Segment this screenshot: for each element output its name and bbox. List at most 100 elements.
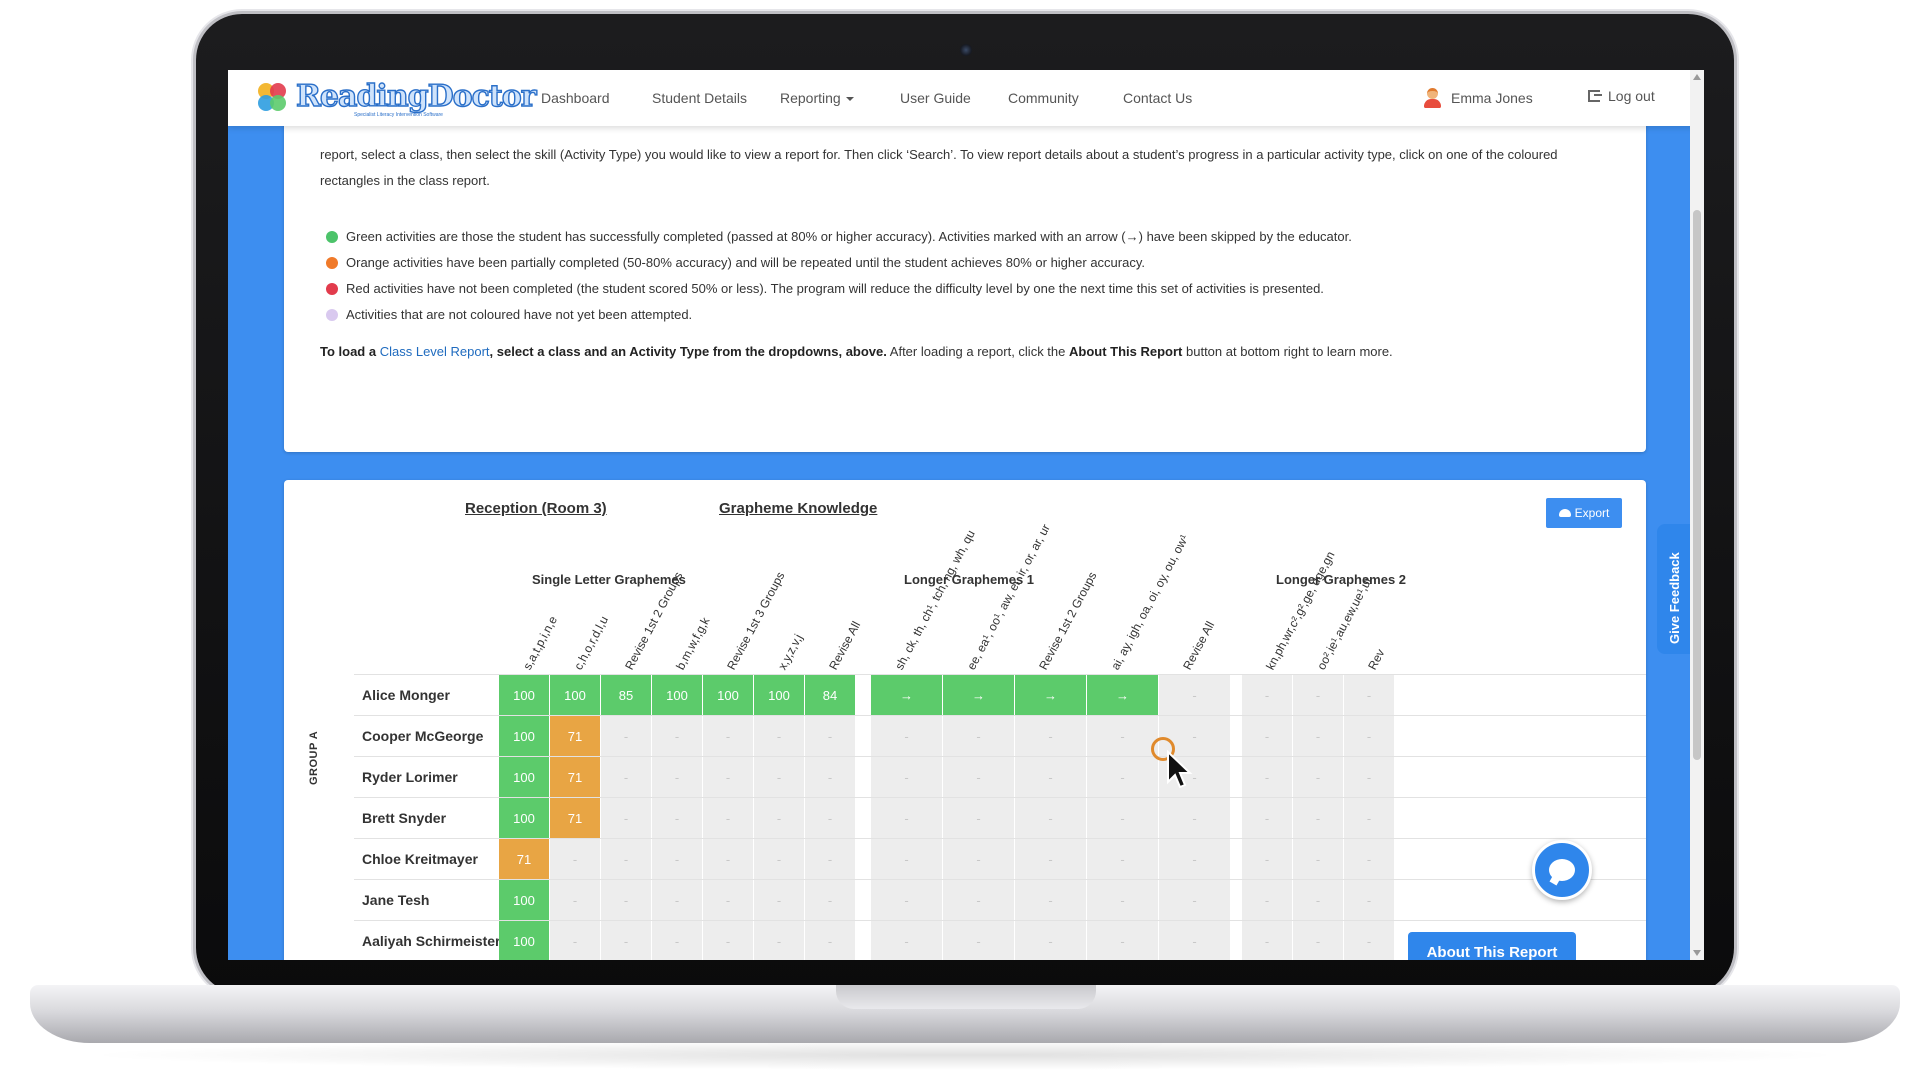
score-cell: -	[601, 880, 652, 920]
score-cell[interactable]: 100	[652, 675, 703, 715]
score-cell[interactable]: 71	[550, 716, 601, 756]
score-cell[interactable]: 100	[499, 880, 550, 920]
scroll-up-arrow-icon[interactable]	[1693, 74, 1701, 80]
mouse-pointer-icon	[1167, 750, 1193, 789]
load-suffix: button at bottom right to learn more.	[1182, 344, 1393, 359]
nav-student-details[interactable]: Student Details	[652, 90, 747, 106]
score-cell[interactable]: 71	[499, 839, 550, 879]
score-cell: -	[601, 716, 652, 756]
student-name[interactable]: Cooper McGeorge	[362, 728, 483, 744]
score-cell: -	[1344, 716, 1395, 756]
student-name[interactable]: Jane Tesh	[362, 892, 429, 908]
score-cell[interactable]: 85	[601, 675, 652, 715]
score-cell: -	[1159, 839, 1231, 879]
top-navbar: ReadingDoctor Specialist Literacy Interv…	[228, 70, 1704, 126]
score-cell: -	[805, 921, 856, 960]
avatar	[1423, 88, 1441, 108]
scroll-down-arrow-icon[interactable]	[1693, 950, 1701, 956]
student-name[interactable]: Brett Snyder	[362, 810, 446, 826]
scrollbar-thumb[interactable]	[1693, 210, 1701, 760]
score-cell[interactable]: 100	[754, 675, 805, 715]
app-logo[interactable]: ReadingDoctor Specialist Literacy Interv…	[258, 78, 537, 118]
chat-button[interactable]	[1532, 840, 1592, 900]
score-cell[interactable]: →	[1015, 675, 1087, 715]
score-cell: -	[550, 880, 601, 920]
instructions-card: report, select a class, then select the …	[284, 90, 1646, 452]
nav-user-guide[interactable]: User Guide	[900, 90, 971, 106]
load-about: About This Report	[1069, 344, 1183, 359]
score-cell: -	[550, 921, 601, 960]
class-level-report-link[interactable]: Class Level Report	[380, 344, 490, 359]
nav-dashboard[interactable]: Dashboard	[541, 90, 610, 106]
column-header: Revise 1st 3 Groups	[724, 569, 788, 673]
score-cell[interactable]: →	[1087, 675, 1159, 715]
score-cell: -	[652, 839, 703, 879]
score-cell: -	[1242, 716, 1293, 756]
score-cell: -	[1015, 798, 1087, 838]
chat-bubble-icon	[1549, 859, 1575, 881]
score-cell[interactable]: 100	[499, 716, 550, 756]
score-cell: -	[1087, 798, 1159, 838]
score-cell[interactable]: 100	[703, 675, 754, 715]
page-scrollbar[interactable]	[1690, 70, 1704, 960]
nav-contact-us[interactable]: Contact Us	[1123, 90, 1192, 106]
logo-text: ReadingDoctor	[295, 78, 537, 114]
group-heading-longer-2: Longer Graphemes 2	[1276, 572, 1407, 587]
instructions-text: report, select a class, then select the …	[320, 147, 1558, 188]
score-cell: -	[1344, 757, 1395, 797]
nav-reporting[interactable]: Reporting	[780, 90, 854, 106]
score-cell: -	[601, 757, 652, 797]
score-cell[interactable]: 100	[550, 675, 601, 715]
score-cell: -	[943, 921, 1015, 960]
user-menu[interactable]: Emma Jones	[1423, 88, 1533, 108]
score-cell[interactable]: 100	[499, 798, 550, 838]
score-cell: -	[703, 798, 754, 838]
export-button[interactable]: Export	[1546, 498, 1622, 528]
laptop-shadow	[80, 1040, 1850, 1070]
score-cell: -	[754, 880, 805, 920]
group-heading-single-letter: Single Letter Graphemes	[532, 572, 686, 587]
nav-community[interactable]: Community	[1008, 90, 1079, 106]
student-name[interactable]: Alice Monger	[362, 687, 450, 703]
score-cell: -	[1242, 921, 1293, 960]
score-cell: -	[871, 839, 943, 879]
score-cell[interactable]: 100	[499, 675, 550, 715]
score-cell[interactable]: 84	[805, 675, 856, 715]
score-cell[interactable]: 71	[550, 757, 601, 797]
score-cell: -	[754, 921, 805, 960]
laptop-hinge	[836, 985, 1096, 1009]
score-cell: -	[1015, 757, 1087, 797]
column-header: x,y,z,v,j	[775, 631, 806, 673]
student-name[interactable]: Ryder Lorimer	[362, 769, 458, 785]
column-header: Revise All	[1180, 619, 1218, 673]
score-cell[interactable]: →	[943, 675, 1015, 715]
score-cell[interactable]: 71	[550, 798, 601, 838]
column-header: s,a,t,p,i,n,e	[520, 613, 561, 673]
score-cell[interactable]: 100	[499, 921, 550, 960]
legend-text: Green activities are those the student h…	[346, 229, 1352, 244]
load-mid: , select a class and an Activity Type fr…	[489, 344, 887, 359]
give-feedback-tab[interactable]: Give Feedback	[1657, 524, 1693, 654]
logout-link[interactable]: Log out	[1588, 88, 1655, 104]
about-this-report-button[interactable]: About This Report	[1408, 932, 1576, 960]
camera-icon	[960, 44, 972, 56]
group-a-label: GROUP A	[308, 730, 320, 785]
table-row: Jane Tesh 100- - - - - - - - - - - - - -	[354, 879, 1646, 920]
nav-reporting-label: Reporting	[780, 90, 841, 106]
student-name[interactable]: Chloe Kreitmayer	[362, 851, 478, 867]
score-cell: -	[871, 880, 943, 920]
legend-text: Orange activities have been partially co…	[346, 255, 1145, 270]
score-cell: -	[805, 880, 856, 920]
score-cell: -	[1087, 757, 1159, 797]
score-cell: -	[943, 716, 1015, 756]
student-name[interactable]: Aaliyah Schirmeister	[362, 933, 501, 949]
score-cell: -	[652, 798, 703, 838]
score-cell: -	[1242, 839, 1293, 879]
score-cell: -	[652, 757, 703, 797]
score-cell[interactable]: 100	[499, 757, 550, 797]
column-header: oo²,ie¹,au,ew,ue¹,ui	[1314, 575, 1375, 673]
score-cell: -	[1242, 675, 1293, 715]
score-cell: -	[703, 839, 754, 879]
score-cell[interactable]: →	[871, 675, 943, 715]
score-cell: -	[871, 716, 943, 756]
